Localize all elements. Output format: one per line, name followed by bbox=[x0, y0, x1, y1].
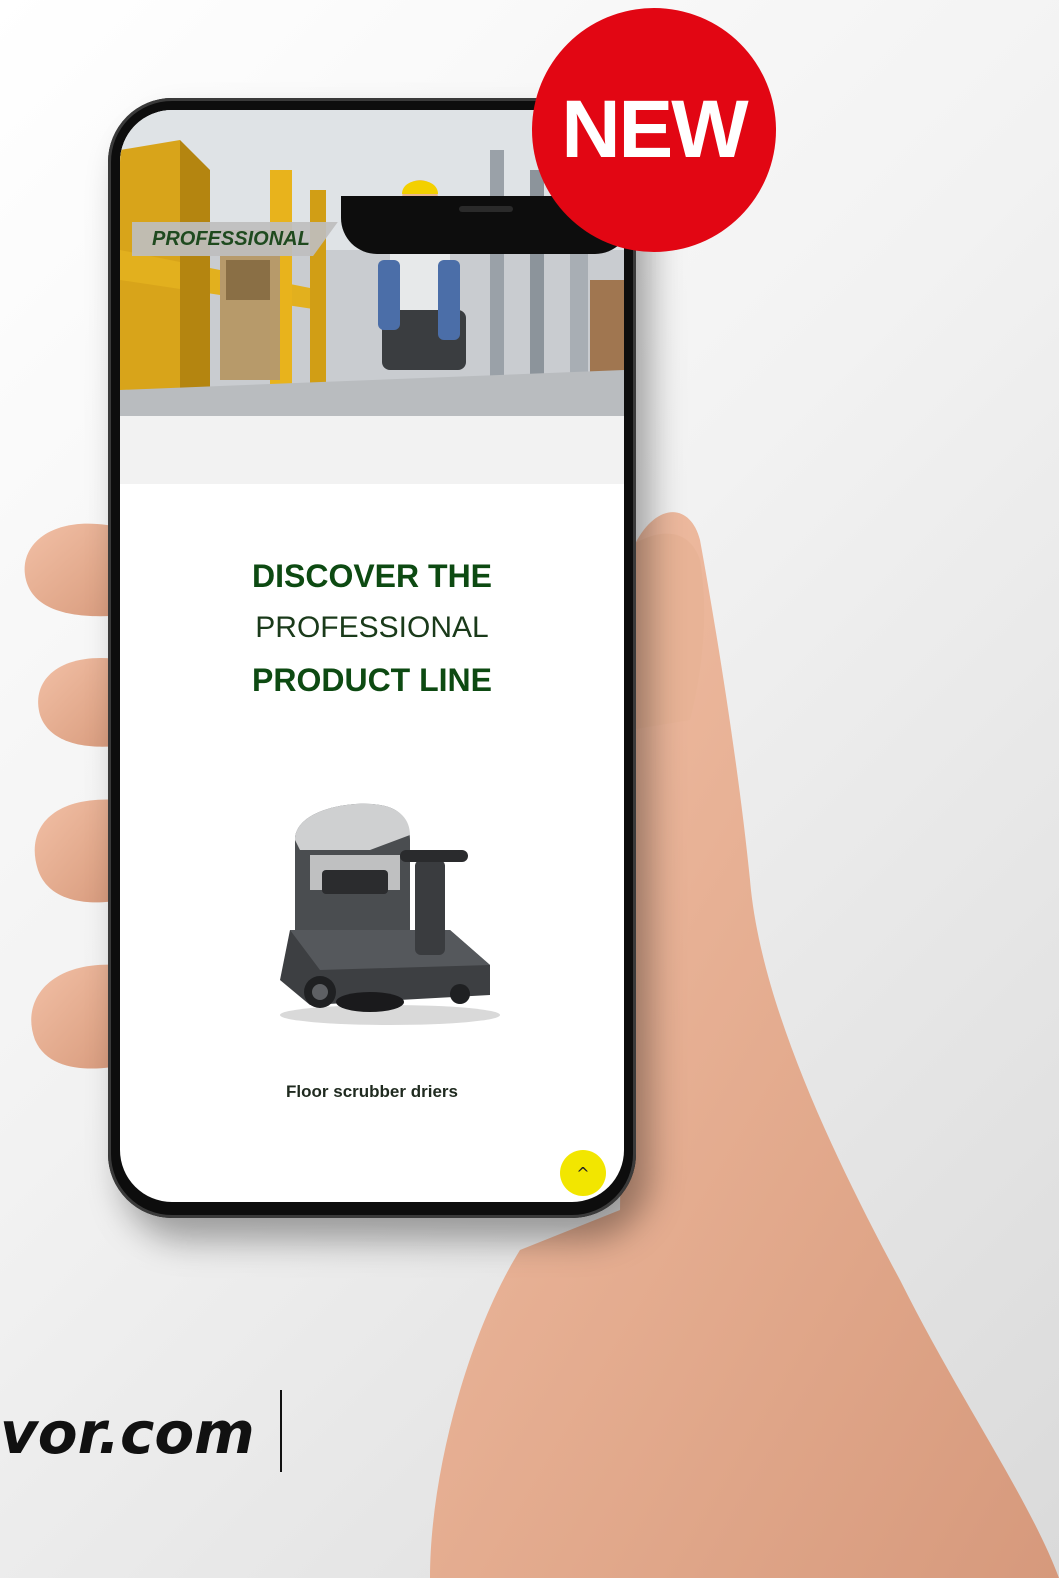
discover-line-1: DISCOVER THE bbox=[251, 558, 493, 594]
discover-heading: DISCOVER THE PROFESSIONAL PRODUCT LINE bbox=[120, 550, 624, 706]
scroll-to-top-button[interactable]: ^ bbox=[560, 1150, 606, 1196]
professional-tag: PROFESSIONAL bbox=[132, 222, 338, 256]
new-badge: NEW bbox=[532, 8, 776, 252]
chevron-up-icon: ^ bbox=[576, 1164, 590, 1183]
speaker-grille bbox=[459, 206, 513, 212]
discover-line-3: PRODUCT LINE bbox=[252, 662, 492, 698]
floor-scrubber-image[interactable] bbox=[250, 780, 520, 1030]
product-caption[interactable]: Floor scrubber driers bbox=[120, 1082, 624, 1102]
smartphone: PROFESSIONAL DISCOVER THE PROFESSIONAL P… bbox=[108, 98, 636, 1218]
website-url: vor.com bbox=[0, 1399, 255, 1467]
discover-line-2: PROFESSIONAL bbox=[255, 611, 489, 644]
divider-band bbox=[120, 416, 624, 484]
phone-screen: PROFESSIONAL DISCOVER THE PROFESSIONAL P… bbox=[120, 110, 624, 1202]
footer-divider bbox=[280, 1390, 282, 1472]
